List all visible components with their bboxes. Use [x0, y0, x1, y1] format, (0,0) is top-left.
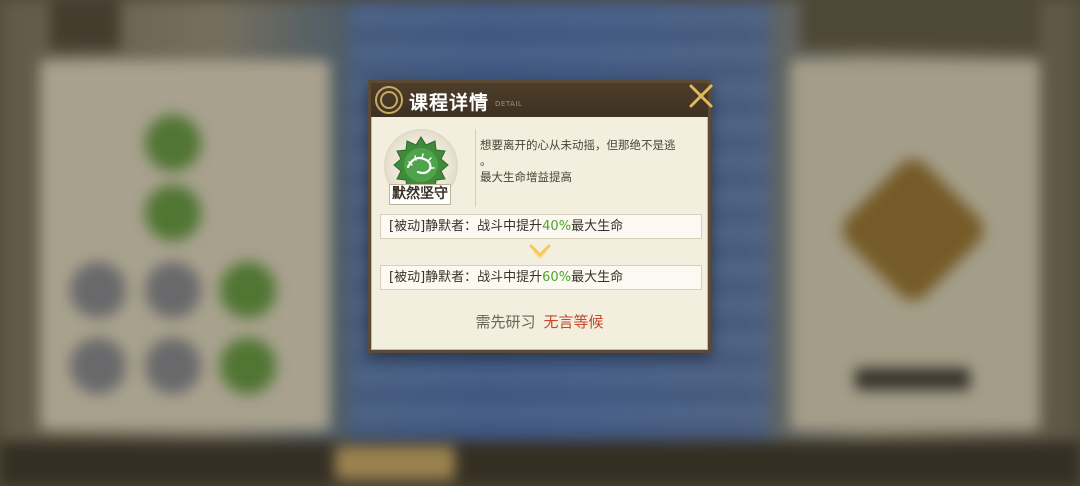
skill-name: 默然坚守 — [389, 184, 451, 205]
skill-description: 想要离开的心从未动摇，但那绝不是逃 。 最大生命增益提高 — [480, 137, 708, 185]
effect-prefix: [被动]静默者：战斗中提升 — [389, 270, 543, 285]
dialog-title: 课程详情 — [409, 92, 490, 114]
requirement-value[interactable]: 无言等候 — [544, 313, 604, 331]
effect-suffix: 最大生命 — [571, 219, 624, 234]
effect-row-current: [被动]静默者：战斗中提升40%最大生命 — [380, 214, 702, 239]
effect-percent: 60% — [542, 270, 572, 285]
effect-row-next: [被动]静默者：战斗中提升60%最大生命 — [380, 265, 702, 290]
description-line: 最大生命增益提高 — [480, 170, 572, 184]
divider — [475, 129, 476, 207]
requirement-label: 需先研习 — [475, 313, 536, 331]
description-line: 。 — [480, 154, 492, 168]
description-line: 想要离开的心从未动摇，但那绝不是逃 — [480, 138, 676, 152]
course-detail-dialog: 课程详情 DETAIL 默然坚守 想要离开的心从未动摇，但那绝不是逃 。 最大生… — [368, 80, 713, 353]
effect-suffix: 最大生命 — [571, 270, 624, 285]
emblem-icon — [375, 86, 403, 114]
chevron-down-icon — [528, 243, 552, 261]
dialog-header: 课程详情 DETAIL — [371, 83, 708, 117]
effect-percent: 40% — [542, 219, 572, 234]
requirement: 需先研习 无言等候 — [371, 311, 708, 332]
skill-info: 默然坚守 想要离开的心从未动摇，但那绝不是逃 。 最大生命增益提高 — [380, 125, 700, 209]
effect-prefix: [被动]静默者：战斗中提升 — [389, 219, 543, 234]
close-x-icon[interactable] — [684, 79, 718, 113]
dialog-subtitle: DETAIL — [495, 100, 523, 108]
